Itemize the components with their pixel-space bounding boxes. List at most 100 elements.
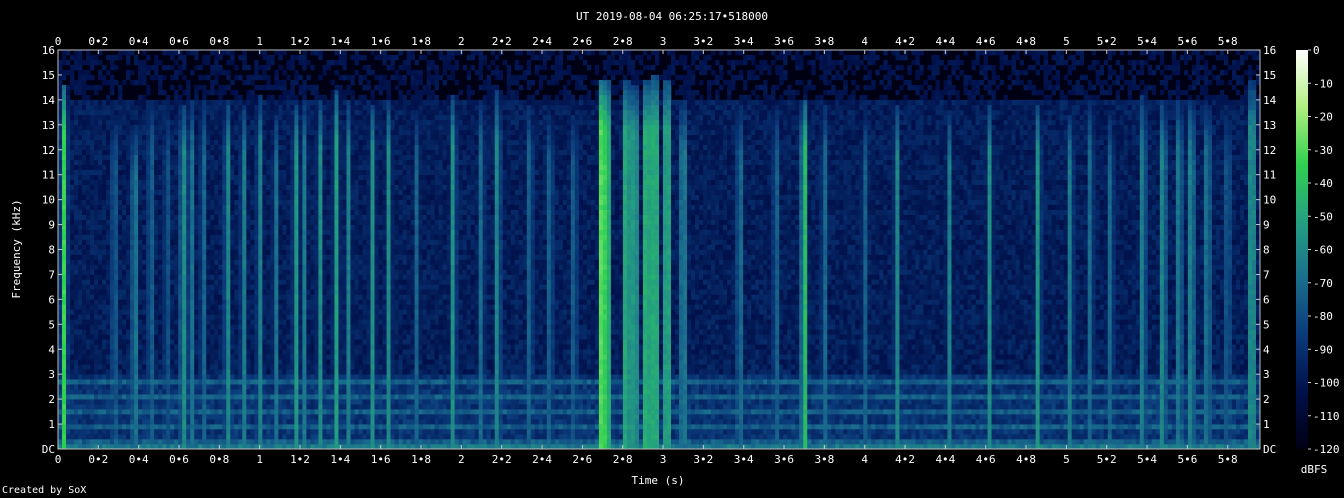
heatmap-cell (254, 214, 259, 220)
heatmap-cell (94, 344, 99, 350)
heatmap-cell (78, 229, 83, 235)
heatmap-cell (198, 154, 203, 161)
heatmap-cell (122, 264, 127, 270)
heatmap-cell (178, 349, 183, 355)
heatmap-cell (302, 109, 307, 116)
heatmap-cell (106, 164, 111, 170)
heatmap-cell (302, 219, 307, 225)
heatmap-cell (302, 129, 307, 136)
heatmap-cell (302, 144, 307, 151)
heatmap-cell (122, 359, 127, 365)
heatmap-cell (174, 214, 179, 220)
heatmap-cell (222, 349, 227, 355)
heatmap-cell (214, 434, 219, 440)
heatmap-cell (90, 54, 95, 61)
heatmap-cell (206, 259, 211, 265)
heatmap-cell (246, 204, 251, 210)
heatmap-cell (74, 424, 79, 430)
heatmap-cell (286, 284, 291, 290)
heatmap-cell (218, 369, 223, 375)
heatmap-cell (310, 364, 315, 370)
heatmap-cell (150, 319, 155, 325)
heatmap-cell (218, 99, 223, 106)
heatmap-cell (274, 194, 279, 200)
heatmap-cell (90, 184, 95, 190)
heatmap-cell (74, 354, 79, 360)
heatmap-cell (162, 364, 167, 370)
heatmap-cell (270, 214, 275, 220)
heatmap-cell (90, 364, 95, 370)
heatmap-cell (170, 134, 175, 141)
heatmap-cell (138, 179, 143, 185)
heatmap-cell (298, 194, 303, 200)
heatmap-cell (162, 114, 167, 121)
heatmap-cell (258, 429, 263, 435)
heatmap-cell (198, 339, 203, 345)
heatmap-cell (186, 269, 191, 275)
heatmap-cell (106, 79, 111, 86)
heatmap-cell (314, 359, 319, 365)
heatmap-cell (70, 169, 75, 175)
heatmap-cell (218, 434, 223, 440)
heatmap-cell (118, 279, 123, 285)
heatmap-cell (222, 414, 227, 420)
heatmap-cell (130, 284, 135, 290)
heatmap-cell (278, 234, 283, 240)
heatmap-cell (122, 354, 127, 360)
heatmap-cell (130, 339, 135, 345)
heatmap-cell (198, 64, 203, 71)
heatmap-cell (174, 279, 179, 285)
heatmap-cell (294, 179, 299, 185)
heatmap-cell (134, 234, 139, 240)
heatmap-cell (110, 289, 115, 295)
heatmap-cell (222, 234, 227, 240)
heatmap-cell (238, 149, 243, 156)
heatmap-cell (118, 364, 123, 370)
heatmap-cell (262, 429, 267, 435)
heatmap-cell (286, 274, 291, 280)
heatmap-cell (302, 79, 307, 86)
heatmap-cell (278, 129, 283, 136)
heatmap-cell (214, 144, 219, 151)
heatmap-cell (290, 414, 295, 420)
heatmap-cell (82, 379, 87, 385)
heatmap-cell (98, 294, 103, 300)
heatmap-cell (146, 179, 151, 185)
heatmap-cell (202, 404, 207, 410)
heatmap-cell (282, 124, 287, 131)
heatmap-cell (290, 249, 295, 255)
heatmap-cell (146, 264, 151, 270)
heatmap-cell (306, 199, 311, 205)
heatmap-cell (318, 414, 323, 420)
heatmap-cell (78, 149, 83, 156)
heatmap-cell (286, 269, 291, 275)
heatmap-cell (318, 104, 323, 111)
heatmap-cell (238, 199, 243, 205)
heatmap-cell (206, 169, 211, 175)
heatmap-cell (74, 439, 79, 445)
heatmap-cell (266, 289, 271, 295)
heatmap-cell (226, 434, 231, 440)
heatmap-cell (114, 369, 119, 375)
heatmap-cell (246, 369, 251, 375)
heatmap-cell (234, 169, 239, 175)
heatmap-cell (250, 319, 255, 325)
heatmap-cell (314, 194, 319, 200)
heatmap-cell (182, 174, 187, 180)
heatmap-cell (306, 274, 311, 280)
heatmap-cell (94, 369, 99, 375)
heatmap-cell (154, 394, 159, 400)
heatmap-cell (142, 144, 147, 151)
heatmap-cell (94, 374, 99, 380)
heatmap-cell (74, 249, 79, 255)
heatmap-cell (318, 359, 323, 365)
heatmap-cell (214, 174, 219, 180)
heatmap-cell (138, 334, 143, 340)
heatmap-cell (266, 159, 271, 166)
heatmap-cell (238, 139, 243, 146)
heatmap-cell (150, 384, 155, 390)
heatmap-cell (310, 314, 315, 320)
heatmap-cell (250, 359, 255, 365)
heatmap-cell (230, 264, 235, 270)
heatmap-cell (194, 189, 199, 195)
